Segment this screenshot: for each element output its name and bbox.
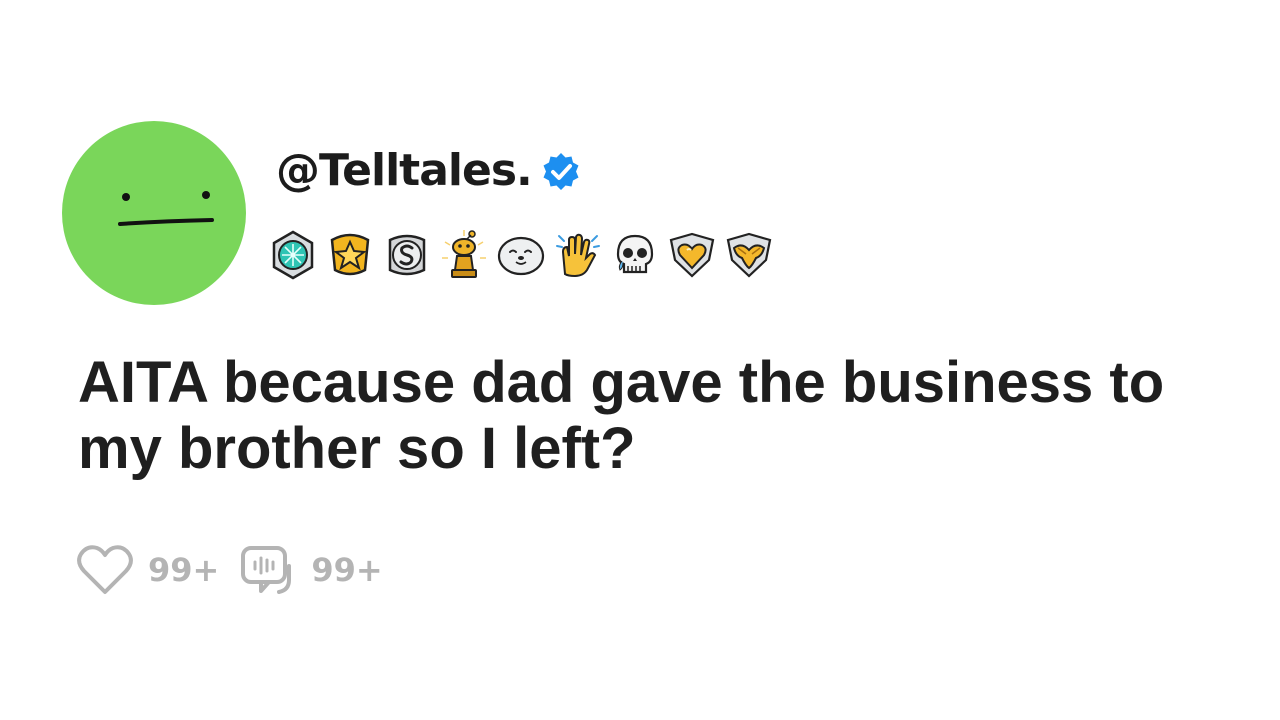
neutral-face-icon <box>62 121 246 305</box>
username[interactable]: @Telltales. <box>276 149 533 193</box>
clapping-hands-award-icon[interactable] <box>551 228 605 282</box>
diamond-gem-award-icon[interactable] <box>266 228 320 282</box>
gold-heart-shield-award-icon[interactable] <box>665 228 719 282</box>
post-title: AITA because dad gave the business to my… <box>78 350 1165 481</box>
comment-icon[interactable] <box>239 542 297 598</box>
like-count: 99+ <box>148 551 220 589</box>
laughing-skull-award-icon[interactable] <box>608 228 662 282</box>
gold-star-award-icon[interactable] <box>323 228 377 282</box>
awards-row <box>266 228 776 282</box>
verified-badge-icon <box>543 153 579 190</box>
username-row: @Telltales. <box>276 140 582 202</box>
engagement-bar: 99+ 99+ <box>76 540 403 600</box>
post-card: @Telltales. AITA because dad gave the bu… <box>0 0 1280 720</box>
silver-coin-award-icon[interactable] <box>380 228 434 282</box>
golden-snoo-trophy-icon[interactable] <box>437 228 491 282</box>
heart-icon[interactable] <box>76 542 134 598</box>
avatar[interactable] <box>62 121 246 305</box>
comment-count: 99+ <box>311 551 383 589</box>
seal-award-icon[interactable] <box>494 228 548 282</box>
gold-wings-shield-award-icon[interactable] <box>722 228 776 282</box>
